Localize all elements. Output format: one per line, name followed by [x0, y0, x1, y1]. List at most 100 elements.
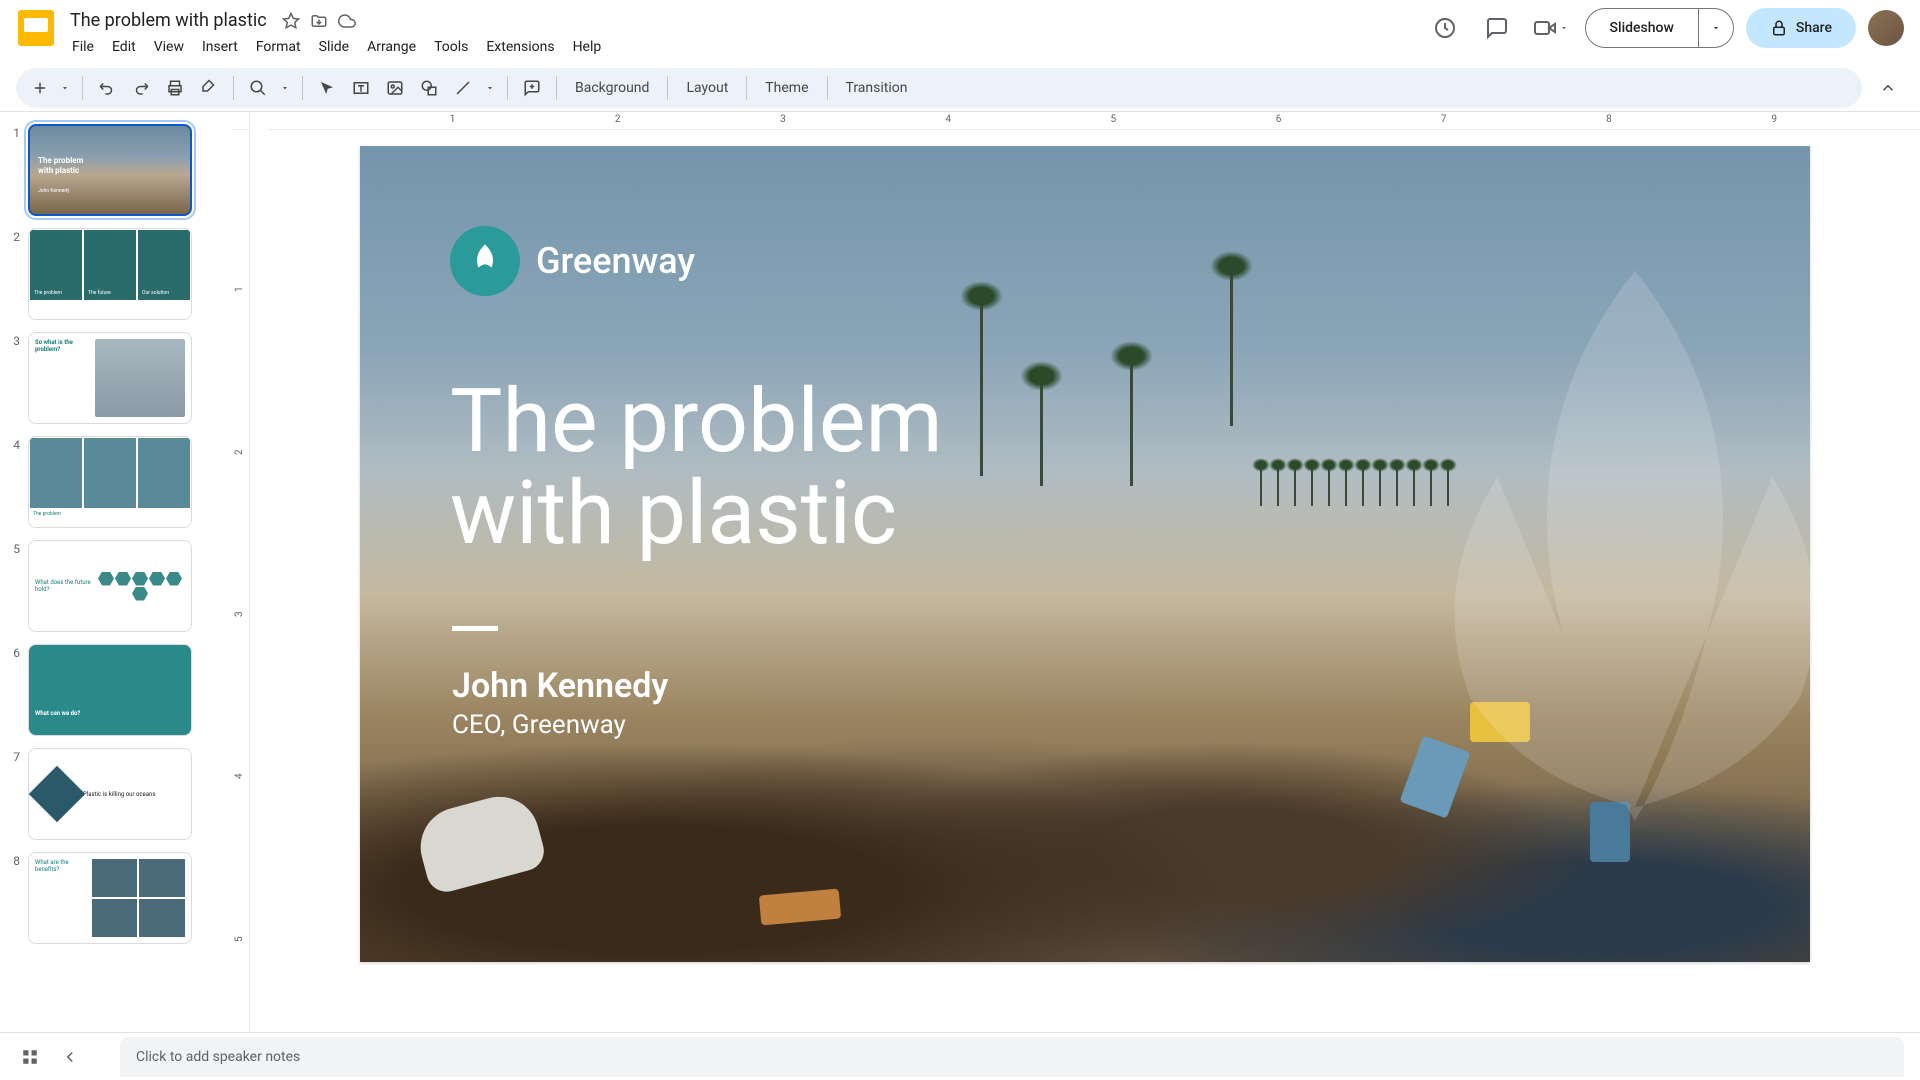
canvas[interactable]: Greenway The problemwith plastic John Ke… — [250, 130, 1920, 1032]
meet-button[interactable] — [1529, 16, 1573, 40]
comments-icon[interactable] — [1477, 8, 1517, 48]
slide-author[interactable]: John Kennedy — [452, 666, 668, 706]
slide-thumb-row: 6 What can we do? — [8, 644, 224, 736]
slide-thumbnail-4[interactable]: The problem — [28, 436, 192, 528]
header-right: Slideshow Share — [1425, 8, 1904, 48]
toolbar-group: Background Layout Theme Transition — [16, 68, 1862, 108]
palm-tree-decoration — [980, 296, 983, 476]
menu-tools[interactable]: Tools — [426, 35, 476, 59]
vertical-ruler[interactable]: 1 2 3 4 5 — [232, 130, 250, 1032]
slide-number: 4 — [8, 436, 28, 452]
menu-help[interactable]: Help — [565, 35, 610, 59]
new-slide-button[interactable] — [24, 72, 74, 104]
toolbar: Background Layout Theme Transition — [0, 64, 1920, 112]
line-tool[interactable] — [447, 72, 479, 104]
paint-format-button[interactable] — [193, 72, 225, 104]
app-logo[interactable] — [16, 8, 56, 48]
slide-thumb-row: 3 So what is the problem? — [8, 332, 224, 424]
main-area: 1 The problemwith plastic John Kennedy 2… — [0, 112, 1920, 1032]
move-icon[interactable] — [309, 11, 329, 31]
chevron-down-icon[interactable] — [56, 72, 74, 104]
slide-thumb-row: 1 The problemwith plastic John Kennedy — [8, 124, 224, 216]
image-tool[interactable] — [379, 72, 411, 104]
comment-button[interactable] — [516, 72, 548, 104]
main-slide[interactable]: Greenway The problemwith plastic John Ke… — [360, 146, 1810, 962]
background-button[interactable]: Background — [565, 74, 659, 102]
slide-title[interactable]: The problemwith plastic — [450, 376, 943, 561]
slide-thumbnail-6[interactable]: What can we do? — [28, 644, 192, 736]
menu-view[interactable]: View — [146, 35, 192, 59]
user-avatar[interactable] — [1868, 10, 1904, 46]
slide-subtitle[interactable]: CEO, Greenway — [452, 710, 626, 740]
title-row: The problem with plastic — [64, 8, 1425, 33]
slide-number: 3 — [8, 332, 28, 348]
slideshow-label: Slideshow — [1610, 20, 1674, 36]
collapse-filmstrip-button[interactable] — [56, 1043, 84, 1071]
menu-file[interactable]: File — [64, 35, 102, 59]
menu-slide[interactable]: Slide — [311, 35, 357, 59]
share-label: Share — [1796, 20, 1832, 36]
slide-brand-logo[interactable]: Greenway — [450, 226, 695, 296]
menu-format[interactable]: Format — [248, 35, 309, 59]
canvas-area: 1 2 3 4 5 6 7 8 9 1 2 3 4 5 — [232, 112, 1920, 1032]
cloud-status-icon[interactable] — [337, 11, 357, 31]
slide-thumb-row: 4 The problem — [8, 436, 224, 528]
slide-number: 8 — [8, 852, 28, 868]
brand-name: Greenway — [536, 240, 695, 282]
slide-panel[interactable]: 1 The problemwith plastic John Kennedy 2… — [0, 112, 232, 1032]
menu-arrange[interactable]: Arrange — [359, 35, 424, 59]
leaf-watermark — [1360, 196, 1810, 896]
slide-number: 7 — [8, 748, 28, 764]
layout-button[interactable]: Layout — [676, 74, 738, 102]
theme-button[interactable]: Theme — [755, 74, 818, 102]
slide-thumbnail-8[interactable]: What are the benefits? — [28, 852, 192, 944]
chevron-down-icon — [1559, 23, 1569, 33]
brand-leaf-icon — [450, 226, 520, 296]
horizontal-ruler[interactable]: 1 2 3 4 5 6 7 8 9 — [268, 112, 1920, 130]
select-tool[interactable] — [311, 72, 343, 104]
slide-thumbnail-5[interactable]: What does the future hold? — [28, 540, 192, 632]
menu-extensions[interactable]: Extensions — [478, 35, 562, 59]
slideshow-button[interactable]: Slideshow — [1585, 8, 1699, 48]
app-header: The problem with plastic File Edit View … — [0, 0, 1920, 64]
collapse-toolbar[interactable] — [1872, 72, 1904, 104]
slide-number: 6 — [8, 644, 28, 660]
redo-button[interactable] — [125, 72, 157, 104]
slideshow-dropdown[interactable] — [1698, 8, 1734, 48]
speaker-notes-placeholder: Click to add speaker notes — [136, 1049, 300, 1065]
grid-view-button[interactable] — [16, 1043, 44, 1071]
title-area: The problem with plastic File Edit View … — [64, 8, 1425, 59]
palm-tree-decoration — [1130, 356, 1133, 486]
slide-thumbnail-2[interactable]: The problem The future Our solution — [28, 228, 192, 320]
slide-thumbnail-1[interactable]: The problemwith plastic John Kennedy — [28, 124, 192, 216]
transition-button[interactable]: Transition — [836, 74, 918, 102]
textbox-tool[interactable] — [345, 72, 377, 104]
undo-button[interactable] — [91, 72, 123, 104]
palm-tree-decoration — [1040, 376, 1043, 486]
line-dropdown[interactable] — [481, 72, 499, 104]
slide-thumb-row: 2 The problem The future Our solution — [8, 228, 224, 320]
menu-edit[interactable]: Edit — [104, 35, 144, 59]
slides-logo-icon — [18, 10, 54, 46]
speaker-notes-bar: Click to add speaker notes — [0, 1032, 1920, 1080]
slide-thumbnail-7[interactable]: Plastic is killing our oceans — [28, 748, 192, 840]
share-button[interactable]: Share — [1746, 8, 1856, 48]
document-title[interactable]: The problem with plastic — [64, 8, 273, 33]
slide-divider — [452, 626, 498, 631]
slide-number: 5 — [8, 540, 28, 556]
print-button[interactable] — [159, 72, 191, 104]
slide-thumb-row: 8 What are the benefits? — [8, 852, 224, 944]
speaker-notes-input[interactable]: Click to add speaker notes — [120, 1037, 1904, 1077]
slide-thumbnail-3[interactable]: So what is the problem? — [28, 332, 192, 424]
zoom-dropdown[interactable] — [276, 72, 294, 104]
slide-number: 1 — [8, 124, 28, 140]
zoom-button[interactable] — [242, 72, 274, 104]
chevron-down-icon — [1711, 23, 1721, 33]
slide-thumb-row: 7 Plastic is killing our oceans — [8, 748, 224, 840]
star-icon[interactable] — [281, 11, 301, 31]
menu-insert[interactable]: Insert — [194, 35, 246, 59]
plus-icon — [24, 72, 56, 104]
slide-number: 2 — [8, 228, 28, 244]
shape-tool[interactable] — [413, 72, 445, 104]
history-icon[interactable] — [1425, 8, 1465, 48]
